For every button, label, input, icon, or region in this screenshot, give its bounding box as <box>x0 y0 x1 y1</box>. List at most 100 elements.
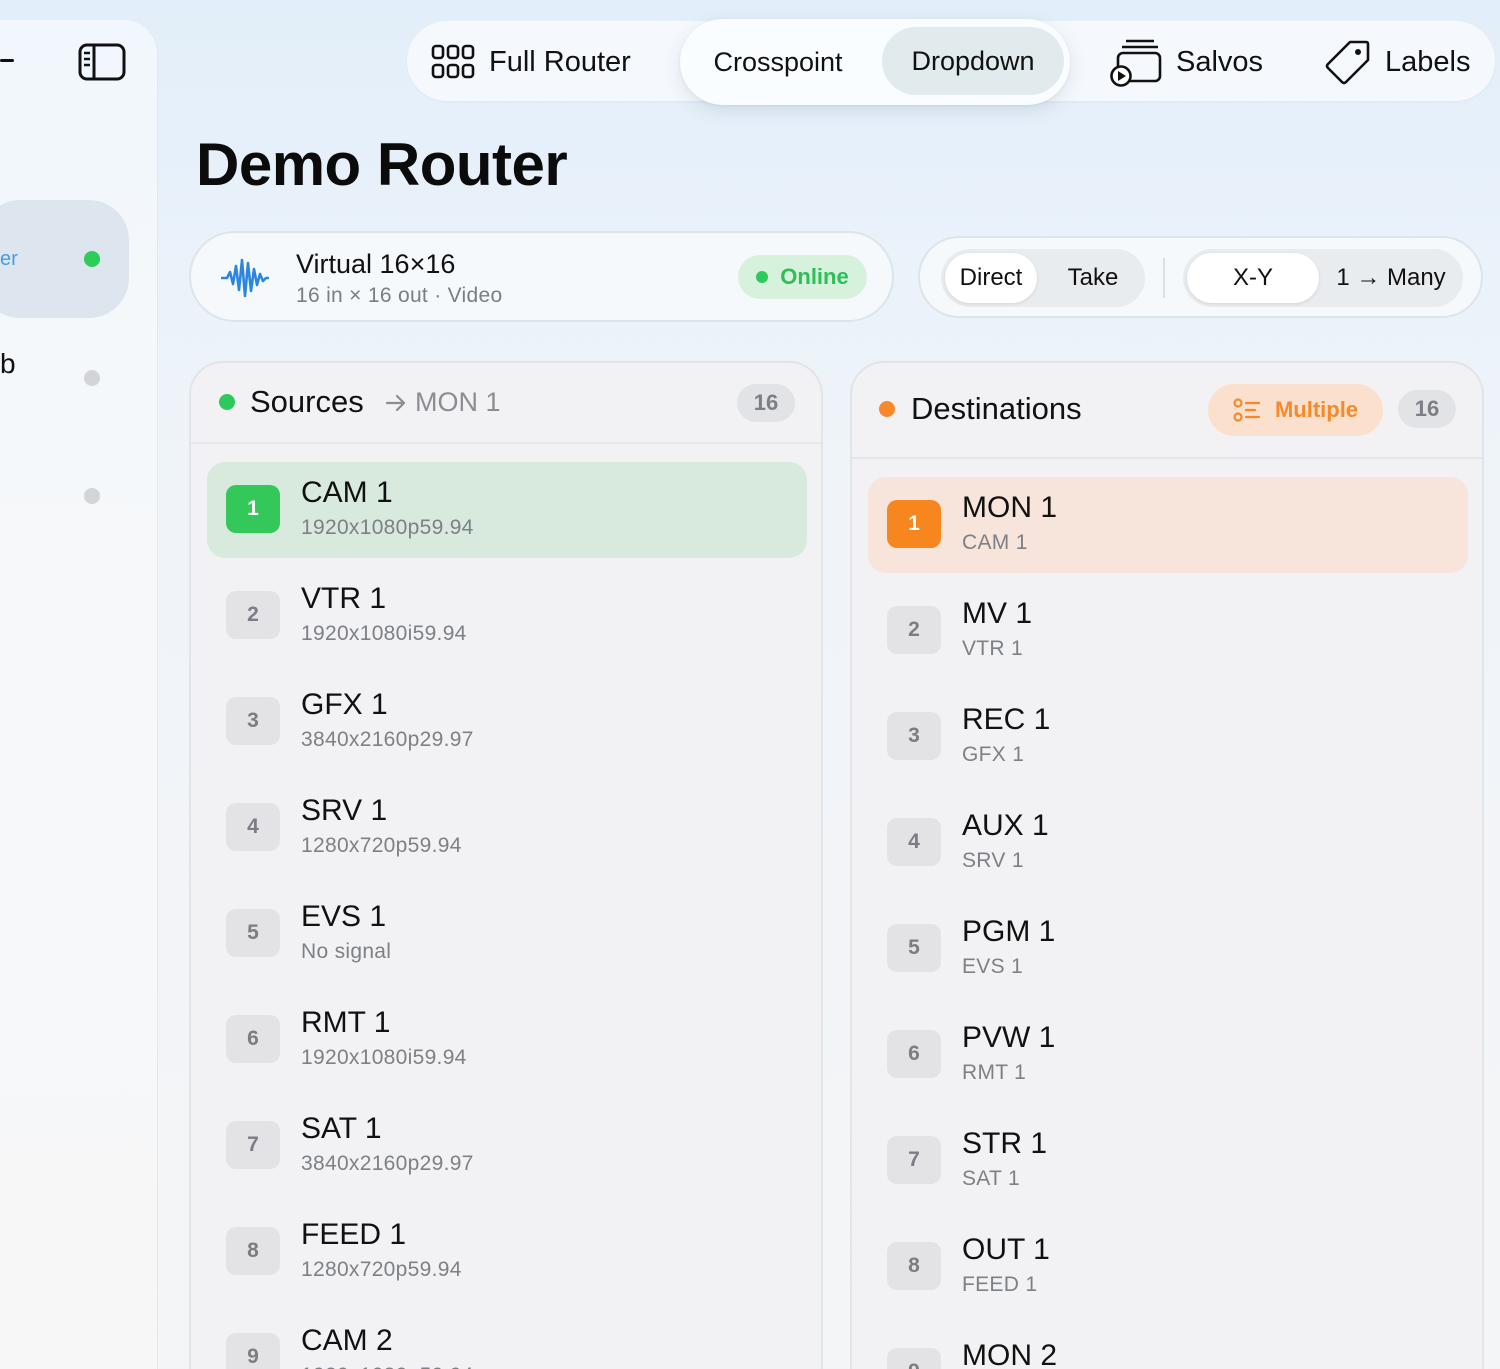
destination-name: PGM 1 <box>962 915 1056 948</box>
destination-name: MON 2 <box>962 1339 1058 1369</box>
source-name: SRV 1 <box>301 794 388 827</box>
destination-row[interactable]: 8 OUT 1 FEED 1 <box>868 1219 1468 1315</box>
destination-routed-source: CAM 1 <box>962 531 1028 554</box>
source-row[interactable]: 2 VTR 1 1920x1080i59.94 <box>207 568 807 664</box>
sidebar-status-dot-online <box>84 251 100 267</box>
source-row[interactable]: 5 EVS 1 No signal <box>207 886 807 982</box>
sources-panel: Sources MON 1 16 1 CAM 1 1920x1080p59.94 2 V… <box>189 361 823 1369</box>
sources-status-dot <box>219 394 235 410</box>
destination-row[interactable]: 2 MV 1 VTR 1 <box>868 583 1468 679</box>
sources-header: Sources MON 1 16 <box>191 363 821 444</box>
source-row[interactable]: 8 FEED 1 1280x720p59.94 <box>207 1204 807 1300</box>
source-row[interactable]: 1 CAM 1 1920x1080p59.94 <box>207 462 807 558</box>
labels-button[interactable]: Labels <box>1325 37 1470 87</box>
destination-name: MV 1 <box>962 597 1033 630</box>
source-format: No signal <box>301 940 392 963</box>
dropdown-button[interactable]: Dropdown <box>882 27 1064 95</box>
destination-number-badge: 1 <box>887 500 941 548</box>
sidebar-item-selected[interactable] <box>0 200 129 318</box>
source-number-badge: 7 <box>226 1121 280 1169</box>
destinations-status-dot <box>879 401 895 417</box>
source-format: 1280x720p59.94 <box>301 1258 462 1281</box>
source-name: SAT 1 <box>301 1112 382 1145</box>
source-number-badge: 5 <box>226 909 280 957</box>
one-to-many-mode-button[interactable]: 1 → Many <box>1323 249 1459 307</box>
sidebar-status-dot-offline <box>84 488 100 504</box>
destinations-header: Destinations Multiple 16 <box>852 363 1482 459</box>
source-format: 1920x1080p59.94 <box>301 1364 474 1369</box>
destination-number-badge: 5 <box>887 924 941 972</box>
crosspoint-button[interactable]: Crosspoint <box>680 19 876 105</box>
tag-icon <box>1325 40 1370 85</box>
view-segmented-control: Crosspoint Dropdown <box>680 19 1070 105</box>
destination-routed-source: SAT 1 <box>962 1167 1020 1190</box>
sources-target-label: MON 1 <box>415 387 501 417</box>
source-format: 1280x720p59.94 <box>301 834 462 857</box>
destination-name: AUX 1 <box>962 809 1049 842</box>
destination-row[interactable]: 6 PVW 1 RMT 1 <box>868 1007 1468 1103</box>
destination-row[interactable]: 1 MON 1 CAM 1 <box>868 477 1468 573</box>
source-format: 1920x1080i59.94 <box>301 622 467 645</box>
grid-icon <box>431 44 475 79</box>
destination-row[interactable]: 3 REC 1 GFX 1 <box>868 689 1468 785</box>
sources-target: MON 1 <box>385 387 501 418</box>
status-badge-label: Online <box>780 264 849 289</box>
sidebar-item-label[interactable]: er <box>0 248 18 271</box>
source-row[interactable]: 3 GFX 1 3840x2160p29.97 <box>207 674 807 770</box>
source-name: CAM 1 <box>301 476 393 509</box>
destination-number-badge: 6 <box>887 1030 941 1078</box>
destination-routed-source: EVS 1 <box>962 955 1024 978</box>
source-row[interactable]: 9 CAM 2 1920x1080p59.94 <box>207 1310 807 1369</box>
source-number-badge: 8 <box>226 1227 280 1275</box>
waveform-icon <box>221 258 269 298</box>
salvos-icon <box>1110 39 1162 87</box>
multiple-select-button[interactable]: Multiple <box>1208 384 1383 436</box>
destination-row[interactable]: 4 AUX 1 SRV 1 <box>868 795 1468 891</box>
destination-routed-source: VTR 1 <box>962 637 1024 660</box>
source-name: GFX 1 <box>301 688 388 721</box>
sources-title: Sources <box>250 384 364 419</box>
direct-mode-button[interactable]: Direct <box>945 253 1037 303</box>
sidebar-item-label[interactable]: b <box>0 348 16 380</box>
source-row[interactable]: 7 SAT 1 3840x2160p29.97 <box>207 1098 807 1194</box>
online-dot-icon <box>756 271 769 283</box>
take-mode-button[interactable]: Take <box>1045 249 1141 307</box>
source-row[interactable]: 6 RMT 1 1920x1080i59.94 <box>207 992 807 1088</box>
source-format: 3840x2160p29.97 <box>301 728 474 751</box>
salvos-button[interactable]: Salvos <box>1110 37 1263 87</box>
destination-name: OUT 1 <box>962 1233 1050 1266</box>
source-name: FEED 1 <box>301 1218 407 1251</box>
sidebar-menu-dash[interactable] <box>0 59 14 62</box>
destination-number-badge: 7 <box>887 1136 941 1184</box>
destination-row[interactable]: 9 MON 2 <box>868 1325 1468 1369</box>
source-format: 1920x1080i59.94 <box>301 1046 467 1069</box>
sidebar-toggle-icon[interactable] <box>78 43 126 81</box>
full-router-button[interactable]: Full Router <box>431 42 631 82</box>
destination-name: REC 1 <box>962 703 1051 736</box>
destination-row[interactable]: 7 STR 1 SAT 1 <box>868 1113 1468 1209</box>
source-format: 3840x2160p29.97 <box>301 1152 474 1175</box>
checklist-icon <box>1233 398 1261 422</box>
destination-number-badge: 3 <box>887 712 941 760</box>
salvos-label: Salvos <box>1176 45 1264 78</box>
destination-routed-source: GFX 1 <box>962 743 1025 766</box>
destination-number-badge: 2 <box>887 606 941 654</box>
mode-divider <box>1163 258 1165 298</box>
source-number-badge: 1 <box>226 485 280 533</box>
source-row[interactable]: 4 SRV 1 1280x720p59.94 <box>207 780 807 876</box>
destination-routed-source: RMT 1 <box>962 1061 1027 1084</box>
sources-count-badge: 16 <box>737 384 795 422</box>
destination-name: PVW 1 <box>962 1021 1056 1054</box>
source-number-badge: 3 <box>226 697 280 745</box>
xy-mode-button[interactable]: X-Y <box>1187 253 1319 303</box>
labels-label: Labels <box>1385 45 1471 78</box>
destination-number-badge: 9 <box>887 1348 941 1369</box>
destination-row[interactable]: 5 PGM 1 EVS 1 <box>868 901 1468 997</box>
destination-routed-source: FEED 1 <box>962 1273 1038 1296</box>
full-router-label: Full Router <box>489 45 631 78</box>
destinations-title: Destinations <box>911 391 1082 426</box>
destination-number-badge: 8 <box>887 1242 941 1290</box>
sidebar <box>0 20 158 1369</box>
source-name: RMT 1 <box>301 1006 391 1039</box>
routing-mode-segmented-control: X-Y 1 → Many <box>1183 249 1463 307</box>
